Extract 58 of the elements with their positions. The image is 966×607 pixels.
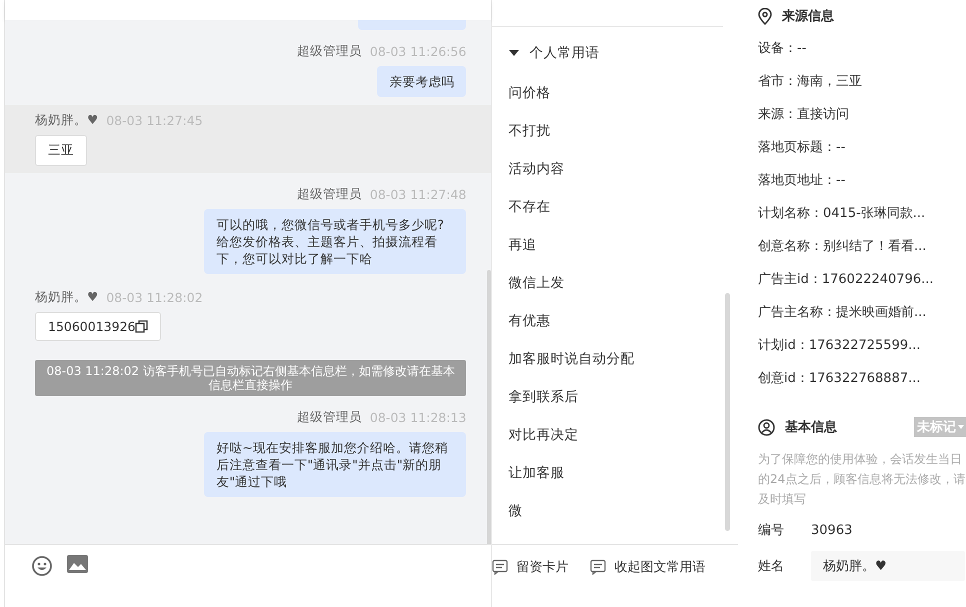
footer-button[interactable]: 收起图文常用语 [590, 555, 706, 579]
sender-name: 超级管理员 [296, 186, 362, 203]
phrase-item[interactable]: 微信上发 [492, 264, 738, 302]
phrase-item[interactable]: 让加客服 [492, 454, 738, 492]
message-bubble: 好哒~现在安排客服加您介绍哈。请您稍后注意查看一下"通讯录"并点击"新的朋友"通过下哦 [204, 432, 466, 497]
phrase-item[interactable]: 不存在 [492, 188, 738, 226]
notice-text: 为了保障您的使用体验，会话发生当日的24点之后，顾客信息将无法修改，请及时填写 [758, 451, 966, 508]
phrase-item[interactable]: 对比再决定 [492, 416, 738, 454]
name-input[interactable]: 杨奶胖。♥ [811, 551, 965, 581]
sender-name: 杨奶胖。♥ [35, 112, 98, 129]
message-time: 08-03 11:28:13 [370, 410, 466, 425]
message-bubble: 15060013926 [35, 312, 162, 341]
info-field: 省市：海南，三亚 [758, 65, 966, 98]
message-bubble: 亲要考虑吗 [377, 66, 466, 97]
info-field: 设备：-- [758, 32, 966, 65]
phrase-item[interactable]: 有优惠 [492, 302, 738, 340]
info-field: 广告主id：176022240796... [758, 263, 966, 296]
phrase-item[interactable]: 问价格 [492, 74, 738, 112]
phrase-item[interactable]: 微 [492, 492, 738, 530]
field-value: 30963 [811, 522, 852, 538]
phrase-group-header[interactable]: 个人常用语 [492, 27, 738, 74]
sender-name: 超级管理员 [296, 43, 362, 60]
field-label: 姓名 [758, 558, 785, 575]
group-title: 个人常用语 [529, 44, 600, 62]
phrase-item[interactable]: 不打扰 [492, 112, 738, 150]
info-field: 计划id：176322725599... [758, 329, 966, 362]
info-field: 计划名称：0415-张琳同款... [758, 197, 966, 230]
info-field: 创意名称：别纠结了！看看... [758, 230, 966, 263]
comment-icon [590, 559, 606, 575]
phrase-item[interactable]: 拿到联系后 [492, 378, 738, 416]
footer-button[interactable]: 留资卡片 [492, 555, 568, 579]
message-time: 08-03 11:26:56 [370, 44, 466, 59]
phrase-item[interactable]: 再追 [492, 226, 738, 264]
message-bubble: 三亚 [35, 135, 87, 166]
info-field: 来源：直接访问 [758, 98, 966, 131]
info-field: 落地页地址：-- [758, 164, 966, 197]
field-label: 编号 [758, 522, 785, 539]
section-title: 来源信息 [782, 8, 834, 25]
emoji-icon[interactable] [31, 555, 53, 577]
location-pin-icon [758, 8, 772, 24]
user-circle-icon [758, 418, 775, 436]
comment-icon [492, 559, 508, 575]
scrollbar[interactable] [725, 293, 730, 531]
info-field: 创意id：176322768887... [758, 362, 966, 395]
phrase-item[interactable]: 加客服时说自动分配 [492, 340, 738, 378]
image-icon[interactable] [67, 555, 88, 573]
scrollbar[interactable] [487, 270, 492, 544]
message-time: 08-03 11:27:48 [370, 187, 466, 202]
sender-name: 超级管理员 [296, 409, 362, 426]
sender-name: 杨奶胖。♥ [35, 289, 98, 306]
copy-icon[interactable] [135, 320, 148, 333]
phrase-item[interactable]: 活动内容 [492, 150, 738, 188]
system-notice: 08-03 11:28:02 访客手机号已自动标记右侧基本信息栏，如需修改请在基本信息栏直接操作 [35, 360, 466, 396]
section-title: 基本信息 [785, 419, 837, 436]
info-field: 落地页标题：-- [758, 131, 966, 164]
message-bubble: 可以的哦，您微信号或者手机号多少呢?给您发价格表、主题客片、拍摄流程看下，您可以对比了解一下哈 [204, 209, 466, 274]
info-field: 广告主名称：提米映画婚前... [758, 296, 966, 329]
message-time: 08-03 11:28:02 [106, 290, 203, 305]
